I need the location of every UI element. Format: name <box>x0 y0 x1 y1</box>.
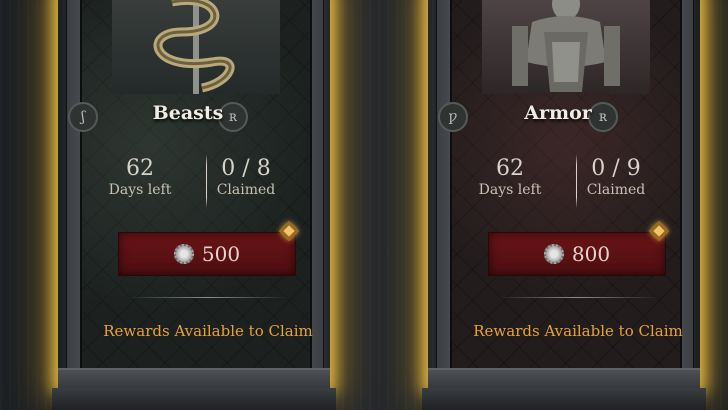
stone-plinth <box>52 388 336 410</box>
claimed-stat: 0 / 8 Claimed <box>196 156 296 198</box>
separator-line <box>128 297 288 298</box>
days-left-stat: 62 Days left <box>90 156 190 198</box>
stone-plinth <box>422 388 706 410</box>
claimed-value: 0 / 8 <box>221 156 271 181</box>
cost-button[interactable]: 800 <box>488 232 666 276</box>
coin-icon <box>543 244 564 264</box>
days-left-label: Days left <box>108 182 172 198</box>
event-card-armor[interactable]: ƿ ʀ Armor 62 Days left 0 / 9 Claimed 800… <box>388 0 728 410</box>
rewards-status[interactable]: Rewards Available to Claim <box>88 322 328 340</box>
separator-line <box>498 297 658 298</box>
event-card-beasts[interactable]: ʃ ʀ Beasts 62 Days left 0 / 8 Claimed 50… <box>18 0 358 410</box>
claimed-label: Claimed <box>216 182 276 198</box>
coin-icon <box>173 244 194 264</box>
card-title: Beasts <box>152 102 224 124</box>
cost-value: 800 <box>571 242 611 266</box>
days-left-value: 62 <box>126 156 154 181</box>
claimed-value: 0 / 9 <box>591 156 641 181</box>
cost-value: 500 <box>201 242 241 266</box>
claimed-stat: 0 / 9 Claimed <box>566 156 666 198</box>
card-title: Armor <box>524 102 592 124</box>
days-left-stat: 62 Days left <box>460 156 560 198</box>
claimed-label: Claimed <box>586 182 646 198</box>
armor-knight-icon <box>482 0 650 94</box>
days-left-value: 62 <box>496 156 524 181</box>
days-left-label: Days left <box>478 182 542 198</box>
rewards-status[interactable]: Rewards Available to Claim <box>458 322 698 340</box>
cost-button[interactable]: 500 <box>118 232 296 276</box>
serpent-sword-icon <box>112 0 280 94</box>
